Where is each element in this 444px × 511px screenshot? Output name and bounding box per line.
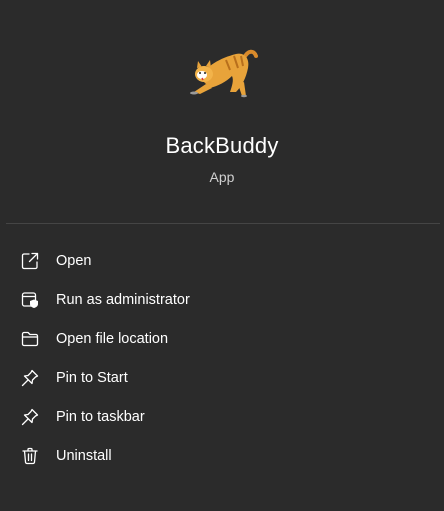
app-name: BackBuddy — [165, 133, 279, 158]
run-as-admin-icon — [20, 290, 40, 310]
divider — [6, 223, 440, 224]
uninstall-menu-item[interactable]: Uninstall — [0, 437, 444, 476]
menu-item-label: Open — [56, 253, 92, 269]
context-menu: Open Run as administrator Open file loca… — [0, 242, 444, 476]
pin-icon — [20, 407, 40, 427]
pin-to-start-menu-item[interactable]: Pin to Start — [0, 359, 444, 398]
menu-item-label: Uninstall — [56, 448, 112, 464]
open-menu-item[interactable]: Open — [0, 242, 444, 281]
menu-item-label: Pin to Start — [56, 370, 128, 386]
menu-item-label: Pin to taskbar — [56, 409, 145, 425]
trash-icon — [20, 446, 40, 466]
stretching-cat-icon — [186, 44, 262, 100]
pin-to-taskbar-menu-item[interactable]: Pin to taskbar — [0, 398, 444, 437]
open-file-location-menu-item[interactable]: Open file location — [0, 320, 444, 359]
folder-icon — [20, 329, 40, 349]
run-as-administrator-menu-item[interactable]: Run as administrator — [0, 281, 444, 320]
start-menu-app-panel: BackBuddy App Open Run as administrator … — [0, 0, 444, 511]
open-external-icon — [20, 251, 40, 271]
menu-item-label: Open file location — [56, 331, 169, 347]
app-type: App — [209, 169, 235, 185]
pin-icon — [20, 368, 40, 388]
menu-item-label: Run as administrator — [56, 292, 190, 308]
app-header: BackBuddy App — [0, 0, 444, 212]
